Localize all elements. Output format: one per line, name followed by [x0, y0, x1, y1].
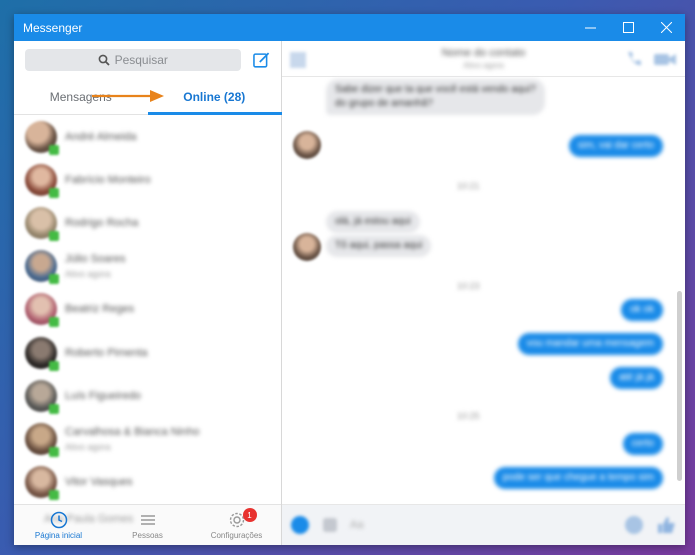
chat-header: Nome do contato Ativo agora [282, 41, 685, 77]
avatar [25, 422, 59, 457]
online-indicator [49, 274, 59, 285]
tab-online[interactable]: Online (28) [148, 79, 282, 114]
message-composer: Aa [282, 504, 685, 545]
contact-item[interactable]: Vitor Vasques [14, 461, 281, 504]
messenger-window: Messenger Pesquisar Mensagens Online (28… [14, 14, 685, 545]
avatar [25, 206, 59, 241]
video-icon[interactable] [653, 50, 677, 68]
message-bubble-in: Tô aqui, passa aqui [326, 235, 432, 257]
contact-name: Rodrigo Rocha [65, 216, 139, 229]
tab-online-label: Online (28) [183, 89, 246, 104]
thumbs-up-icon[interactable] [655, 514, 677, 536]
contact-status: Ativo agora [65, 441, 111, 452]
avatar [293, 131, 321, 159]
online-indicator [49, 144, 59, 155]
nav-home-label: Página inicial [34, 530, 83, 540]
contact-item[interactable]: Fabrício Monteiro [14, 158, 281, 201]
online-indicator [49, 446, 59, 457]
message-bubble-in: olá, já estou aqui [326, 211, 420, 233]
message-bubble-out: vou mandar uma mensagem [517, 333, 663, 355]
chat-panel: Nome do contato Ativo agora Sabe dizer q… [282, 41, 685, 545]
avatar [25, 466, 59, 501]
clock-icon [50, 511, 67, 528]
avatar [293, 233, 321, 261]
timestamp: 10:21 [457, 181, 480, 191]
contact-item[interactable]: Roberto Pimenta [14, 331, 281, 374]
contact-item[interactable]: André Almeida [14, 115, 281, 158]
message-bubble-out: até já já [609, 367, 663, 389]
avatar [25, 336, 59, 371]
online-indicator [49, 230, 59, 241]
search-placeholder: Pesquisar [114, 53, 168, 67]
close-button[interactable] [647, 14, 685, 41]
contact-item[interactable]: Júlio Soares Ativo agora [14, 245, 281, 288]
nav-settings-label: Configurações [210, 530, 263, 540]
phone-icon[interactable] [625, 50, 643, 68]
message-bubble-out: pode ser que chegue a tempo sim [493, 467, 663, 489]
contact-item[interactable]: Carvalhosa & Bianca Ninho Ativo agora [14, 417, 281, 460]
header-actions [625, 50, 677, 68]
tabs: Mensagens Online (28) [14, 79, 282, 115]
conversations-panel: Pesquisar Mensagens Online (28) André Al… [14, 41, 282, 545]
chat-subtitle: Ativo agora [463, 61, 504, 70]
chat-title: Nome do contato [441, 47, 526, 59]
contact-name: Carvalhosa & Bianca Ninho [65, 425, 200, 438]
contact-name: Luís Figueiredo [65, 389, 141, 402]
message-bubble-out: sim, vai dar certo [568, 135, 663, 157]
active-tab-indicator [148, 112, 282, 115]
maximize-button[interactable] [609, 14, 647, 41]
avatar [25, 379, 59, 414]
message-bubble-out: certo [622, 433, 663, 455]
contact-item[interactable]: Rodrigo Rocha [14, 201, 281, 244]
expand-icon[interactable] [289, 51, 307, 69]
nav-home[interactable]: Página inicial [14, 505, 103, 545]
message-list: Sabe dizer que ta que você está vendo aq… [282, 77, 673, 504]
contact-name: Júlio Soares [65, 253, 126, 266]
search-input[interactable]: Pesquisar [25, 49, 241, 71]
online-indicator [49, 317, 59, 328]
notification-badge: 1 [242, 508, 257, 522]
avatar [25, 250, 59, 285]
nav-people-label: Pessoas [132, 530, 163, 540]
contact-name: Roberto Pimenta [65, 346, 148, 359]
list-icon [140, 514, 155, 525]
online-indicator [49, 490, 59, 501]
online-indicator [49, 187, 59, 198]
message-text: do grupo de amanhã? [335, 98, 433, 109]
nav-people[interactable]: Pessoas [103, 505, 192, 545]
timestamp: 10:25 [457, 411, 480, 421]
plus-icon[interactable] [290, 515, 310, 535]
message-bubble-out: ok ok [621, 299, 663, 321]
timestamp: 10:23 [457, 281, 480, 291]
annotation-arrow-icon [92, 90, 164, 102]
message-input[interactable]: Aa [350, 519, 363, 531]
minimize-button[interactable] [571, 14, 609, 41]
contact-name: Vitor Vasques [65, 476, 133, 489]
nav-settings[interactable]: 1 Configurações [192, 505, 281, 545]
compose-icon[interactable] [252, 50, 272, 70]
sticker-icon[interactable] [320, 515, 340, 535]
contact-status: Ativo agora [65, 269, 111, 280]
contact-item[interactable]: Beatriz Reges [14, 288, 281, 331]
emoji-icon[interactable] [623, 514, 645, 536]
online-indicator [49, 360, 59, 371]
contact-name: Beatriz Reges [65, 303, 135, 316]
search-icon [98, 54, 110, 66]
contact-name: André Almeida [65, 130, 137, 143]
contact-list: André Almeida Fabrício Monteiro Rodrigo … [14, 115, 281, 504]
bottom-nav: Ana Paula Gomes Página inicial Pessoas 1… [14, 504, 281, 545]
contact-item[interactable]: Luís Figueiredo [14, 374, 281, 417]
title-bar: Messenger [14, 14, 685, 41]
avatar [25, 163, 59, 198]
avatar [25, 293, 59, 328]
search-row: Pesquisar [14, 41, 281, 79]
message-bubble-in: Sabe dizer que ta que você está vendo aq… [326, 79, 545, 115]
avatar [25, 120, 59, 155]
online-indicator [49, 403, 59, 414]
chat-scrollbar[interactable] [677, 291, 682, 481]
contact-name: Fabrício Monteiro [65, 173, 151, 186]
window-title: Messenger [23, 20, 83, 35]
message-text: Sabe dizer que ta que você está vendo aq… [335, 84, 536, 95]
